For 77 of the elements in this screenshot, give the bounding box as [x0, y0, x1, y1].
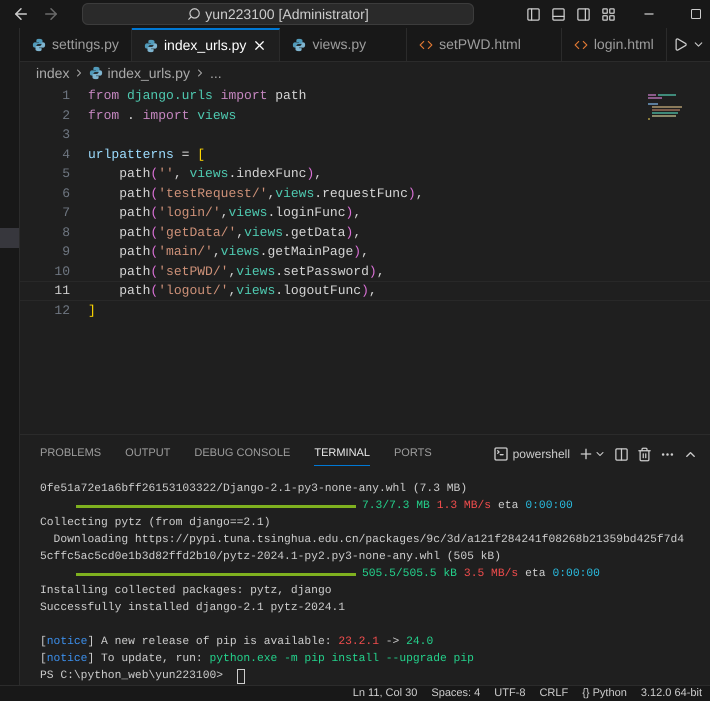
terminal-line: 5cffc5ac5cd0e1b3d82ffd2b10/pytz-2024.1-py2.py3-none-any.whl (505 kB): [40, 550, 501, 565]
editor-tab[interactable]: views.py: [280, 28, 408, 61]
terminal-line: Installing collected packages: pytz, django: [40, 584, 332, 599]
status-item[interactable]: CRLF: [539, 685, 568, 701]
editor-tab[interactable]: login.html: [562, 28, 667, 61]
toggle-panel-icon[interactable]: [551, 6, 566, 22]
line-number: 8: [61, 224, 70, 242]
code-line: path('testRequest/',views.requestFunc),: [118, 184, 424, 202]
maximize-icon[interactable]: [690, 8, 702, 20]
breadcrumb-item[interactable]: index: [36, 62, 70, 84]
terminal-cursor: [236, 669, 245, 684]
tab-label: index_urls.py: [164, 36, 246, 55]
python-file-icon: [144, 38, 158, 52]
line-number: 7: [61, 204, 70, 222]
python-file-icon: [89, 66, 104, 80]
tab-label: login.html: [594, 35, 654, 54]
panel-tab[interactable]: PORTS: [394, 442, 432, 466]
split-terminal-icon[interactable]: [614, 446, 629, 462]
tab-label: setPWD.html: [439, 35, 521, 54]
line-number: 5: [61, 165, 70, 183]
status-item[interactable]: UTF-8: [494, 685, 526, 701]
toggle-sidebar-icon[interactable]: [526, 6, 541, 22]
line-number: 1: [61, 87, 70, 105]
line-number: 10: [53, 262, 70, 280]
terminal-line: Successfully installed django-2.1 pytz-2024.1: [40, 600, 346, 616]
forward-arrow-icon[interactable]: [42, 5, 60, 23]
code-line: path('', views.indexFunc),: [118, 165, 322, 183]
status-item[interactable]: 3.12.0 64-bit: [640, 685, 702, 701]
status-item[interactable]: Spaces: 4: [431, 685, 480, 701]
terminal-line: [notice] To update, run: python.exe -m pip install --upgrade pip: [40, 652, 474, 667]
terminal-icon: [492, 446, 509, 462]
terminal-line: 7.3/7.3 MB 1.3 MB/s eta 0:00:00: [362, 498, 573, 514]
line-number: 12: [53, 302, 70, 320]
terminal-profile-label[interactable]: powershell: [512, 445, 570, 463]
code-line: urlpatterns = [: [88, 146, 206, 164]
status-item[interactable]: Ln 11, Col 30: [352, 685, 418, 701]
terminal-line: PS C:\python_web\yun223100>: [40, 668, 224, 684]
panel-tab[interactable]: DEBUG CONSOLE: [194, 442, 290, 466]
line-number: 11: [53, 282, 70, 300]
breadcrumb-item[interactable]: ...: [210, 62, 222, 84]
line-number: 9: [61, 243, 70, 261]
python-file-icon: [292, 38, 306, 52]
panel-tab[interactable]: TERMINAL: [314, 442, 370, 466]
command-search-field[interactable]: yun223100 [Administrator]: [82, 3, 474, 25]
code-line: ]: [88, 302, 96, 320]
code-line: path('setPWD/',views.setPassword),: [118, 262, 385, 280]
terminal-line: Downloading https://pypi.tuna.tsinghua.edu.cn/packages/9c/3d/a121f284241f08268b21359bd425f7d4: [52, 532, 684, 548]
toggle-secondary-sidebar-icon[interactable]: [576, 6, 591, 22]
code-line: from . import views: [88, 106, 236, 124]
code-line: path('main/',views.getMainPage),: [118, 243, 369, 261]
panel-tab[interactable]: OUTPUT: [125, 442, 170, 466]
code-line: path('login/',views.loginFunc),: [118, 204, 362, 222]
editor-tab[interactable]: index_urls.py: [132, 28, 280, 61]
trash-icon[interactable]: [637, 446, 652, 462]
search-icon: [187, 7, 202, 21]
editor-tab[interactable]: setPWD.html: [407, 28, 562, 61]
active-item-highlight: [0, 228, 19, 248]
line-number: 6: [61, 184, 70, 202]
tab-label: views.py: [312, 35, 366, 54]
terminal-line: 505.5/505.5 kB 3.5 MB/s eta 0:00:00: [362, 566, 600, 582]
code-line: from django.urls import path: [88, 87, 306, 105]
python-file-icon: [32, 38, 46, 52]
line-number: 4: [61, 146, 70, 164]
terminal-line: [notice] A new release of pip is available: 23.2.1 -> 24.0: [40, 634, 434, 650]
run-icon[interactable]: [672, 37, 688, 52]
breadcrumb-item[interactable]: index_urls.py: [107, 62, 190, 84]
code-line: path('getData/',views.getData),: [118, 224, 362, 242]
terminal-line: 0fe51a72e1a6bff26153103322/Django-2.1-py3-none-any.whl (7.3 MB): [40, 482, 468, 497]
code-line: path('logout/',views.logoutFunc),: [118, 282, 377, 300]
line-number: 2: [61, 106, 70, 124]
tab-label: settings.py: [52, 35, 119, 54]
line-number: 3: [61, 126, 70, 144]
status-item[interactable]: {} Python: [582, 685, 627, 701]
panel-tab[interactable]: PROBLEMS: [40, 442, 102, 466]
plus-icon[interactable]: [578, 446, 594, 462]
terminal-line: Collecting pytz (from django==2.1): [40, 516, 270, 531]
customize-layout-icon[interactable]: [601, 6, 616, 22]
